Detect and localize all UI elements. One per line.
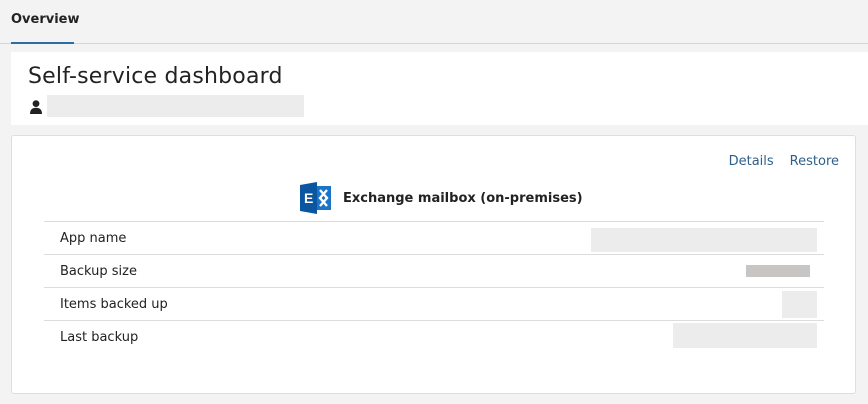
backup-size-value-redacted [746, 265, 810, 277]
user-name-redacted [47, 95, 304, 117]
tab-overview[interactable]: Overview [11, 0, 80, 44]
dashboard-header: Self-service dashboard [11, 52, 868, 125]
app-title: Exchange mailbox (on-premises) [343, 190, 583, 206]
table-row: App name [44, 222, 824, 255]
restore-link[interactable]: Restore [790, 154, 839, 169]
app-name-value-redacted [591, 228, 817, 252]
row-label-backup-size: Backup size [60, 264, 137, 279]
table-row: Backup size [44, 255, 824, 288]
tab-bar: Overview [0, 0, 868, 44]
svg-text:E: E [304, 190, 313, 206]
row-label-last-backup: Last backup [60, 330, 139, 345]
page-title: Self-service dashboard [28, 64, 283, 89]
app-header: E Exchange mailbox (on-premises) [298, 180, 583, 216]
row-label-app-name: App name [60, 231, 127, 246]
details-link[interactable]: Details [729, 154, 774, 169]
app-summary-card: Details Restore E Exchange mailbox (on-p… [11, 135, 856, 394]
card-actions: Details Restore [729, 154, 839, 169]
items-backed-up-value-redacted [782, 291, 817, 318]
row-label-items-backed-up: Items backed up [60, 297, 168, 312]
last-backup-value-redacted [673, 323, 817, 348]
user-icon [30, 100, 42, 114]
table-row: Last backup [44, 321, 824, 354]
exchange-icon: E [300, 182, 331, 214]
table-row: Items backed up [44, 288, 824, 321]
app-details-table: App name Backup size Items backed up Las… [44, 221, 824, 354]
